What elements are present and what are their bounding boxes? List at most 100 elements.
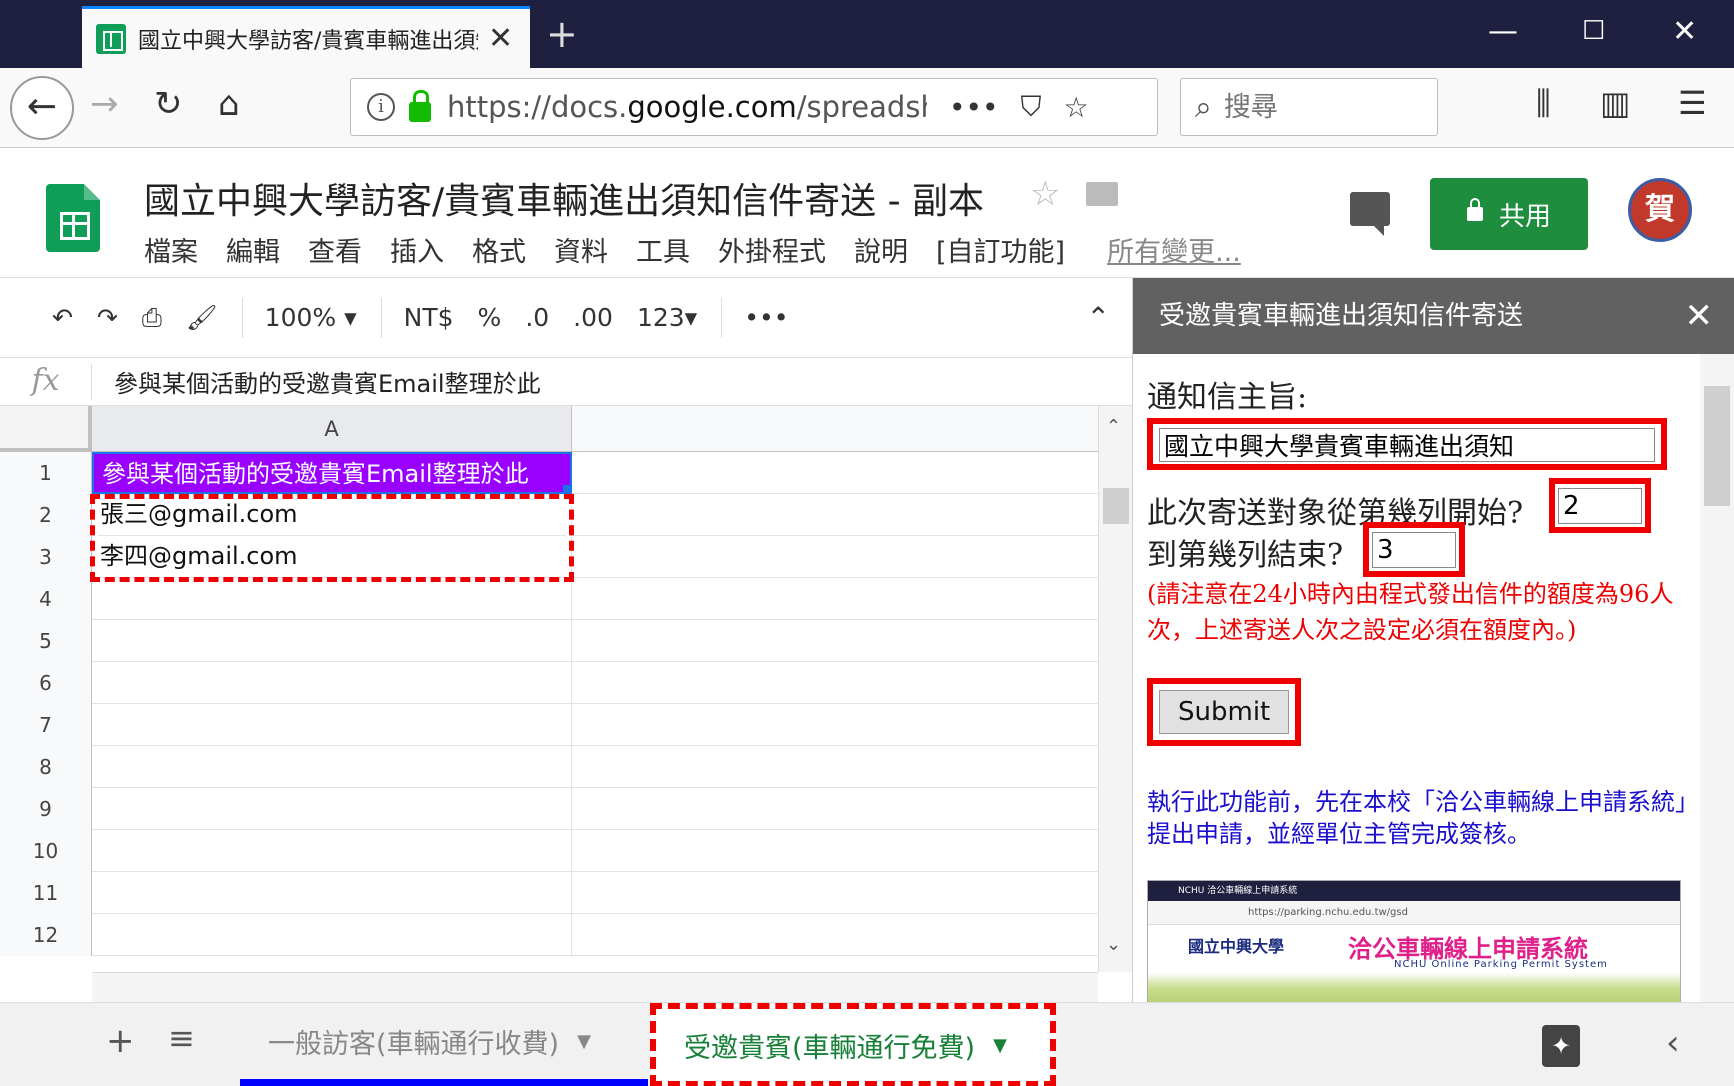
application-info-link[interactable]: 執行此功能前，先在本校「洽公車輛線上申請系統」提出申請，並經單位主管完成簽核。 bbox=[1147, 786, 1687, 850]
url-bar[interactable]: i https://docs.google.com/spreadshe ••• … bbox=[350, 78, 1158, 136]
row-number[interactable]: 12 bbox=[0, 914, 92, 956]
menu-addons[interactable]: 外掛程式 bbox=[718, 230, 826, 269]
increase-decimal-button[interactable]: .00 bbox=[573, 303, 613, 332]
pocket-icon[interactable]: ⛉ bbox=[1021, 90, 1042, 124]
row-number[interactable]: 3 bbox=[0, 536, 92, 578]
cell-a10[interactable] bbox=[92, 830, 572, 872]
menu-format[interactable]: 格式 bbox=[472, 230, 526, 269]
star-icon[interactable]: ☆ bbox=[1030, 174, 1060, 214]
vertical-scrollbar[interactable]: ⌃ ⌄ bbox=[1098, 406, 1132, 972]
row-number[interactable]: 2 bbox=[0, 494, 92, 536]
tab-invited-guests[interactable]: 受邀貴賓(車輛通行免費) ▼ bbox=[650, 1003, 1056, 1086]
search-bar[interactable]: ⌕ bbox=[1180, 78, 1438, 136]
row-number[interactable]: 8 bbox=[0, 746, 92, 788]
library-icon[interactable]: ⫼ bbox=[1536, 84, 1551, 123]
preview-logo: 國立中興大學 bbox=[1188, 937, 1285, 956]
maximize-icon[interactable]: ☐ bbox=[1582, 16, 1605, 46]
sidebar-toggle-icon[interactable]: ▥ bbox=[1600, 84, 1630, 122]
row-number[interactable]: 9 bbox=[0, 788, 92, 830]
horizontal-scrollbar[interactable] bbox=[92, 972, 1098, 1002]
row-number[interactable]: 5 bbox=[0, 620, 92, 662]
page-actions-icon[interactable]: ••• bbox=[949, 91, 999, 124]
new-tab-icon[interactable]: + bbox=[546, 12, 578, 56]
share-button[interactable]: 共用 bbox=[1430, 178, 1588, 250]
collapse-toolbar-icon[interactable]: ⌃ bbox=[1087, 301, 1110, 334]
window-close-icon[interactable]: ✕ bbox=[1672, 14, 1697, 49]
scroll-up-icon[interactable]: ⌃ bbox=[1106, 416, 1121, 437]
minimize-icon[interactable]: — bbox=[1488, 14, 1518, 49]
select-all-corner[interactable] bbox=[0, 406, 92, 452]
cell-a5[interactable] bbox=[92, 620, 572, 662]
subject-input[interactable] bbox=[1159, 428, 1655, 462]
panel-scrollbar[interactable] bbox=[1700, 354, 1734, 1002]
more-options-icon[interactable]: ••• bbox=[744, 303, 788, 332]
cell-a9[interactable] bbox=[92, 788, 572, 830]
scroll-thumb[interactable] bbox=[1103, 488, 1129, 524]
home-icon[interactable]: ⌂ bbox=[218, 84, 240, 124]
end-row-input[interactable] bbox=[1372, 532, 1456, 568]
last-edit-link[interactable]: 所有變更... bbox=[1107, 230, 1241, 269]
reload-icon[interactable]: ↻ bbox=[154, 84, 183, 124]
forward-arrow-icon[interactable]: → bbox=[90, 84, 119, 124]
back-arrow-icon[interactable]: ← bbox=[10, 76, 74, 140]
row-number[interactable]: 11 bbox=[0, 872, 92, 914]
menu-insert[interactable]: 插入 bbox=[390, 230, 444, 269]
menu-view[interactable]: 查看 bbox=[308, 230, 362, 269]
currency-format-button[interactable]: NT$ bbox=[404, 303, 454, 332]
print-icon[interactable]: ⎙ bbox=[142, 303, 162, 333]
comments-icon[interactable] bbox=[1350, 192, 1390, 236]
column-header-a[interactable]: A bbox=[92, 406, 572, 452]
cell-a1[interactable]: 參與某個活動的受邀貴賓Email整理於此 bbox=[92, 452, 572, 494]
cell-a6[interactable] bbox=[92, 662, 572, 704]
cell-a11[interactable] bbox=[92, 872, 572, 914]
cell-a8[interactable] bbox=[92, 746, 572, 788]
folder-icon[interactable] bbox=[1086, 182, 1118, 206]
percent-format-button[interactable]: % bbox=[478, 303, 502, 332]
all-sheets-icon[interactable]: ≡ bbox=[168, 1019, 195, 1057]
panel-scroll-thumb[interactable] bbox=[1704, 386, 1730, 506]
menu-data[interactable]: 資料 bbox=[554, 230, 608, 269]
menu-tools[interactable]: 工具 bbox=[636, 230, 690, 269]
undo-icon[interactable]: ↶ bbox=[52, 303, 73, 332]
table-row: 6 bbox=[0, 662, 1098, 704]
row-number[interactable]: 10 bbox=[0, 830, 92, 872]
panel-header: 受邀貴賓車輛進出須知信件寄送 ✕ bbox=[1133, 278, 1734, 354]
redo-icon[interactable]: ↷ bbox=[97, 303, 118, 332]
close-icon[interactable]: ✕ bbox=[1685, 278, 1714, 354]
explore-icon[interactable]: ✦ bbox=[1542, 1025, 1580, 1067]
add-sheet-icon[interactable]: + bbox=[106, 1021, 135, 1061]
row-number[interactable]: 7 bbox=[0, 704, 92, 746]
bookmark-star-icon[interactable]: ☆ bbox=[1064, 91, 1089, 124]
row-number[interactable]: 6 bbox=[0, 662, 92, 704]
hamburger-menu-icon[interactable]: ☰ bbox=[1678, 84, 1707, 122]
menu-custom[interactable]: [自訂功能] bbox=[936, 230, 1065, 269]
avatar[interactable]: 賀 bbox=[1628, 178, 1692, 242]
sheets-logo-icon[interactable] bbox=[46, 184, 100, 252]
search-input[interactable] bbox=[1223, 91, 1404, 123]
chevron-left-icon[interactable]: ‹ bbox=[1666, 1023, 1680, 1063]
menu-file[interactable]: 檔案 bbox=[144, 230, 198, 269]
document-title[interactable]: 國立中興大學訪客/貴賓車輛進出須知信件寄送 - 副本 bbox=[144, 172, 984, 224]
tab-general-visitors[interactable]: 一般訪客(車輛通行收費) ▼ bbox=[240, 1003, 648, 1086]
start-row-input[interactable] bbox=[1558, 488, 1642, 524]
cell-a12[interactable] bbox=[92, 914, 572, 956]
cell-a4[interactable] bbox=[92, 578, 572, 620]
zoom-select[interactable]: 100% ▾ bbox=[265, 303, 357, 332]
formula-input[interactable]: 參與某個活動的受邀貴賓Email整理於此 bbox=[114, 364, 541, 399]
menu-edit[interactable]: 編輯 bbox=[226, 230, 280, 269]
scroll-down-icon[interactable]: ⌄ bbox=[1106, 934, 1121, 955]
row-number[interactable]: 4 bbox=[0, 578, 92, 620]
cell-a7[interactable] bbox=[92, 704, 572, 746]
decrease-decimal-button[interactable]: .0 bbox=[525, 303, 549, 332]
tab-dropdown-icon[interactable]: ▼ bbox=[993, 1035, 1007, 1056]
tab-dropdown-icon[interactable]: ▼ bbox=[577, 1031, 591, 1052]
url-text[interactable]: https://docs.google.com/spreadshe bbox=[447, 90, 927, 124]
row-number[interactable]: 1 bbox=[0, 452, 92, 494]
close-tab-icon[interactable]: ✕ bbox=[488, 21, 513, 56]
info-icon[interactable]: i bbox=[367, 93, 395, 121]
menu-help[interactable]: 說明 bbox=[854, 230, 908, 269]
browser-tab[interactable]: 國立中興大學訪客/貴賓車輛進出須知信件寄送 - 副本 ✕ bbox=[82, 6, 530, 68]
number-format-select[interactable]: 123▾ bbox=[637, 303, 697, 332]
submit-button[interactable]: Submit bbox=[1159, 690, 1290, 734]
paint-format-icon[interactable]: 🖌 bbox=[186, 303, 218, 333]
